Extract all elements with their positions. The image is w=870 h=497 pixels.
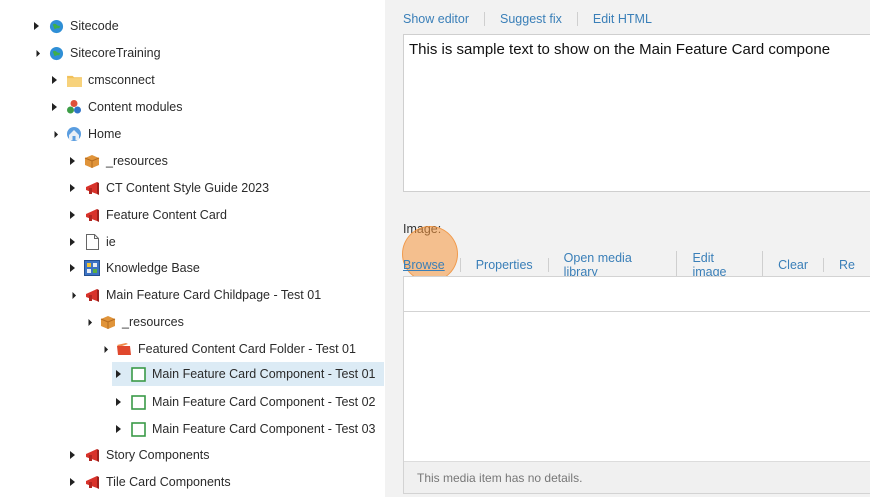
collapse-icon[interactable] xyxy=(82,318,94,326)
tree-item-tile-card-components[interactable]: Tile Card Components xyxy=(66,470,231,494)
globe-icon xyxy=(48,45,64,61)
tree-item-cmsconnect[interactable]: cmsconnect xyxy=(48,68,155,92)
expand-icon[interactable] xyxy=(48,76,60,84)
tree-item-sitecoretraining[interactable]: SitecoreTraining xyxy=(30,41,161,65)
tree-item-label: Featured Content Card Folder - Test 01 xyxy=(138,342,356,356)
tree-item-label: Main Feature Card Component - Test 01 xyxy=(152,367,376,381)
tree-item-component-test-01[interactable]: Main Feature Card Component - Test 01 xyxy=(112,362,384,386)
open-media-library-link[interactable]: Open media library xyxy=(549,251,678,279)
expand-icon[interactable] xyxy=(30,22,42,30)
tree-item-style-guide[interactable]: CT Content Style Guide 2023 xyxy=(66,176,269,200)
suggest-fix-link[interactable]: Suggest fix xyxy=(485,12,578,26)
page-red-icon xyxy=(84,180,100,196)
page-red-icon xyxy=(84,207,100,223)
rich-text-toolbar: Show editor Suggest fix Edit HTML xyxy=(403,12,667,26)
page-red-icon xyxy=(84,447,100,463)
collapse-icon[interactable] xyxy=(30,49,42,57)
home-globe-icon xyxy=(66,126,82,142)
tree-item-sitecode[interactable]: Sitecode xyxy=(30,14,119,38)
tree-item-label: Main Feature Card Component - Test 03 xyxy=(152,422,376,436)
expand-icon[interactable] xyxy=(66,451,78,459)
tree-item-label: Home xyxy=(88,127,122,141)
expand-icon[interactable] xyxy=(112,370,124,378)
collapse-icon[interactable] xyxy=(66,291,78,299)
tree-item-story-components[interactable]: Story Components xyxy=(66,443,210,467)
image-toolbar: Browse Properties Open media library Edi… xyxy=(403,251,870,279)
tree-item-label: Tile Card Components xyxy=(106,475,231,489)
tree-item-home[interactable]: Home xyxy=(48,122,121,146)
folder-red-icon xyxy=(116,341,132,357)
rich-text-content: This is sample text to show on the Main … xyxy=(409,41,831,58)
tree-item-main-feature-childpage[interactable]: Main Feature Card Childpage - Test 01 xyxy=(66,283,321,307)
knowledge-base-icon xyxy=(84,260,100,276)
expand-icon[interactable] xyxy=(112,425,124,433)
field-editor-panel: Show editor Suggest fix Edit HTML This i… xyxy=(385,0,870,497)
tree-item-label: Content modules xyxy=(88,100,183,114)
folder-icon xyxy=(66,72,82,88)
tree-item-featured-folder[interactable]: Featured Content Card Folder - Test 01 xyxy=(98,337,356,361)
tree-item-resources[interactable]: _resources xyxy=(66,149,168,173)
tree-item-label: Main Feature Card Component - Test 02 xyxy=(152,395,376,409)
tree-item-ie[interactable]: ie xyxy=(66,230,116,254)
tree-item-component-test-02[interactable]: Main Feature Card Component - Test 02 xyxy=(112,390,376,414)
modules-icon xyxy=(66,99,82,115)
show-editor-link[interactable]: Show editor xyxy=(403,12,486,26)
collapse-icon[interactable] xyxy=(48,130,60,138)
component-square-icon xyxy=(130,394,146,410)
tree-item-label: Sitecode xyxy=(70,19,119,33)
clear-link[interactable]: Clear xyxy=(763,258,825,272)
edit-image-link[interactable]: Edit image xyxy=(677,251,764,279)
box-icon xyxy=(100,314,116,330)
tree-item-label: ie xyxy=(106,235,116,249)
expand-icon[interactable] xyxy=(48,103,60,111)
expand-icon[interactable] xyxy=(112,398,124,406)
tree-item-label: _resources xyxy=(106,154,168,168)
tree-item-label: SitecoreTraining xyxy=(70,46,161,60)
globe-icon xyxy=(48,18,64,34)
tree-item-content-modules[interactable]: Content modules xyxy=(48,95,183,119)
tree-item-label: _resources xyxy=(122,315,184,329)
tree-item-label: CT Content Style Guide 2023 xyxy=(106,181,270,195)
content-tree: Sitecode SitecoreTraining cmsconnect Con… xyxy=(0,0,385,497)
expand-icon[interactable] xyxy=(66,184,78,192)
page-red-icon xyxy=(84,474,100,490)
tree-item-knowledge-base[interactable]: Knowledge Base xyxy=(66,256,200,280)
box-icon xyxy=(84,153,100,169)
tree-item-childpage-resources[interactable]: _resources xyxy=(82,310,184,334)
tree-item-feature-content-card[interactable]: Feature Content Card xyxy=(66,203,227,227)
media-details-text: This media item has no details. xyxy=(404,461,870,493)
component-square-icon xyxy=(130,366,146,382)
page-red-icon xyxy=(84,287,100,303)
tree-item-label: cmsconnect xyxy=(88,73,155,87)
edit-html-link[interactable]: Edit HTML xyxy=(578,12,667,26)
browse-link[interactable]: Browse xyxy=(403,258,461,272)
document-icon xyxy=(84,234,100,250)
tree-item-label: Feature Content Card xyxy=(106,208,227,222)
rich-text-field[interactable]: This is sample text to show on the Main … xyxy=(403,34,870,192)
expand-icon[interactable] xyxy=(66,238,78,246)
collapse-icon[interactable] xyxy=(98,345,110,353)
tree-item-label: Story Components xyxy=(106,448,210,462)
tree-item-label: Knowledge Base xyxy=(106,261,200,275)
media-preview-box: This media item has no details. xyxy=(403,312,870,494)
expand-icon[interactable] xyxy=(66,478,78,486)
image-path-field[interactable] xyxy=(403,276,870,312)
expand-icon[interactable] xyxy=(66,157,78,165)
tree-item-label: Main Feature Card Childpage - Test 01 xyxy=(106,288,322,302)
tree-item-component-test-03[interactable]: Main Feature Card Component - Test 03 xyxy=(112,417,376,441)
expand-icon[interactable] xyxy=(66,211,78,219)
component-square-icon xyxy=(130,421,146,437)
refresh-link[interactable]: Re xyxy=(824,258,870,272)
properties-link[interactable]: Properties xyxy=(461,258,549,272)
expand-icon[interactable] xyxy=(66,264,78,272)
